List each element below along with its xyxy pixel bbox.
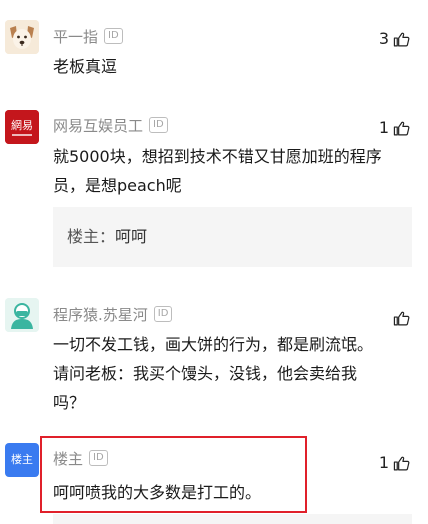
highlight-box bbox=[40, 436, 307, 513]
like-count: 1 bbox=[378, 453, 389, 472]
op-badge[interactable]: 楼主 bbox=[5, 443, 39, 477]
thumbs-up-icon[interactable] bbox=[393, 455, 410, 472]
author-reply-preview bbox=[53, 514, 412, 524]
comment-thread: 平一指 ID 3 老板真逗 網易 网易互娱员工 ID 1 就5000块，想招到技… bbox=[0, 0, 428, 524]
op-badge-text: 楼主 bbox=[11, 453, 33, 466]
like-button[interactable]: 1 bbox=[379, 453, 410, 473]
